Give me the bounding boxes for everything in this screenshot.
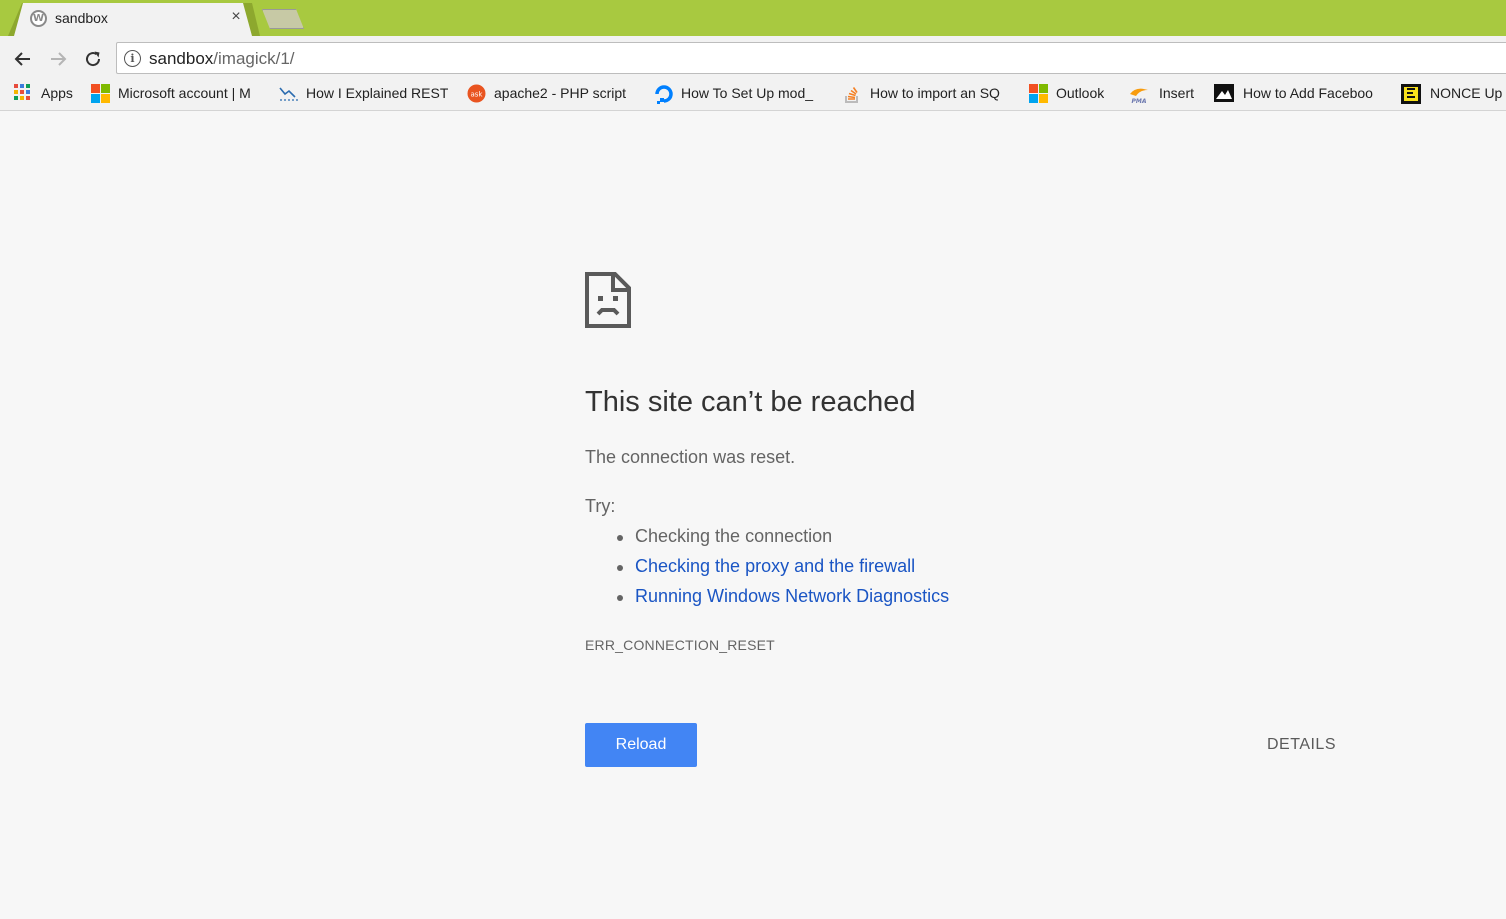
url-path: /imagick/1/ — [213, 49, 295, 68]
bookmark-label: Insert — [1159, 85, 1195, 101]
wamp-favicon-icon: W — [30, 10, 47, 27]
digitalocean-icon — [654, 84, 673, 104]
bookmark-add-facebook[interactable]: How to Add Faceboo — [1214, 81, 1383, 105]
bookmark-label: Outlook — [1056, 85, 1105, 101]
suggestion-check-proxy-link[interactable]: Checking the proxy and the firewall — [616, 556, 915, 577]
bookmark-label: How to import an SQ — [870, 85, 1000, 101]
url-host: sandbox — [149, 49, 214, 68]
suggestion-check-connection: Checking the connection — [616, 526, 833, 546]
tab-title: sandbox — [55, 10, 108, 26]
try-label: Try: — [585, 496, 616, 516]
bookmark-label: apache2 - PHP script — [494, 85, 627, 101]
site-info-icon[interactable]: i — [124, 50, 141, 67]
microsoft-icon — [91, 84, 110, 103]
back-arrow-icon — [14, 52, 30, 66]
svg-text:PMA: PMA — [1131, 98, 1146, 104]
tab-close-icon[interactable]: × — [228, 8, 244, 26]
reload-button[interactable]: Reload — [585, 723, 697, 767]
nonce-icon — [1401, 84, 1421, 104]
mountain-icon — [1214, 84, 1234, 102]
bookmark-set-up-mod[interactable]: How To Set Up mod_ — [654, 81, 824, 105]
refresh-icon — [86, 51, 101, 67]
bookmark-explained-rest[interactable]: How I Explained REST — [279, 81, 448, 105]
sad-page-icon — [585, 272, 631, 328]
bookmark-apache2-php[interactable]: ask apache2 - PHP script — [467, 81, 634, 105]
forward-arrow-icon — [51, 52, 67, 66]
microsoft-icon — [1029, 84, 1048, 103]
chart-icon — [279, 84, 298, 102]
bookmark-label: Microsoft account | M — [118, 85, 251, 101]
svg-text:ask: ask — [471, 91, 484, 99]
phpmyadmin-icon: PMA — [1128, 84, 1150, 105]
address-bar[interactable] — [116, 42, 1506, 74]
bookmark-label: NONCE Up — [1430, 85, 1503, 101]
stackoverflow-icon — [843, 84, 861, 103]
bookmark-label: Apps — [41, 85, 73, 101]
bookmark-insert[interactable]: PMA Insert — [1128, 81, 1194, 105]
bookmark-nonce[interactable]: NONCE Up — [1401, 81, 1502, 105]
reload-page-button[interactable] — [81, 47, 105, 71]
url-text[interactable]: sandbox/imagick/1/ — [149, 49, 295, 69]
bookmark-label: How To Set Up mod_ — [681, 85, 814, 101]
bookmark-outlook[interactable]: Outlook — [1029, 81, 1104, 105]
error-code: ERR_CONNECTION_RESET — [585, 637, 775, 653]
forward-button[interactable] — [46, 47, 70, 71]
suggestion-network-diagnostics-link[interactable]: Running Windows Network Diagnostics — [616, 586, 949, 607]
bookmark-apps[interactable]: Apps — [14, 81, 73, 105]
browser-tab[interactable] — [14, 3, 252, 36]
askubuntu-icon: ask — [467, 84, 486, 103]
details-button[interactable]: DETAILS — [1267, 736, 1336, 754]
apps-grid-icon — [14, 84, 32, 102]
back-button[interactable] — [11, 47, 35, 71]
bookmark-label: How to Add Faceboo — [1243, 85, 1373, 101]
bookmark-label: How I Explained REST — [306, 85, 448, 101]
bookmark-microsoft-account[interactable]: Microsoft account | M — [91, 81, 258, 105]
error-title: This site can’t be reached — [585, 386, 916, 418]
bookmark-import-sq[interactable]: How to import an SQ — [843, 81, 1009, 105]
error-description: The connection was reset. — [585, 447, 796, 467]
